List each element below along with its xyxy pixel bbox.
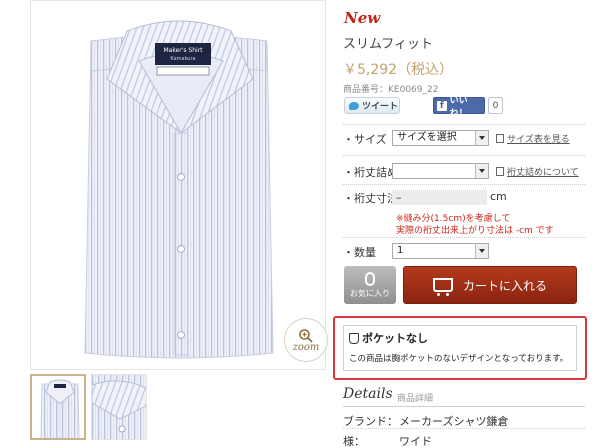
spec-row-style: 様： ワイド — [343, 433, 432, 448]
zoom-button[interactable]: zoom — [284, 318, 328, 362]
like-label: いいね！ — [449, 95, 468, 119]
brand-label: ブランド： — [343, 415, 398, 428]
divider — [343, 237, 585, 238]
thumbnail-front[interactable] — [30, 374, 86, 440]
quantity-label: ・数量 — [343, 246, 376, 259]
thumbnail-detail[interactable] — [91, 374, 147, 440]
favorite-label: お気に入り — [350, 288, 390, 298]
twitter-bird-icon — [349, 101, 359, 110]
divider — [343, 406, 585, 407]
pocket-description: この商品は胸ポケットのないデザインとなっております。 — [349, 354, 569, 364]
pocket-title-text: ポケットなし — [362, 332, 428, 345]
like-count: 0 — [488, 97, 503, 114]
sleeve-adjust-info-link[interactable]: 裄丈詰めについて — [496, 165, 579, 178]
pocket-icon — [349, 332, 359, 344]
pocket-title: ポケットなし — [349, 330, 428, 346]
product-price: ￥5,292（税込） — [343, 62, 454, 78]
sleeve-adjust-select[interactable] — [392, 163, 489, 179]
size-chart-link-label: サイズ表を見る — [507, 135, 570, 145]
pocket-info-panel: ポケットなし この商品は胸ポケットのないデザインとなっております。 — [343, 325, 577, 371]
thumbnail-front-image — [40, 379, 80, 438]
shirt-illustration: Maker's Shirt Kamakura — [84, 20, 274, 359]
cart-icon — [432, 278, 453, 296]
product-sku: 商品番号：KE0069_22 — [343, 85, 439, 95]
details-subtitle: 商品詳細 — [397, 394, 434, 404]
thumbnail-detail-image — [92, 375, 146, 439]
add-to-cart-button[interactable]: カートに入れる — [403, 266, 577, 304]
shirt-tag-line1: Maker's Shirt — [163, 47, 203, 54]
divider — [343, 155, 585, 156]
size-select-value: サイズを選択 — [397, 132, 457, 143]
sleeve-length-field: – — [392, 190, 487, 205]
shirt-tag-line2: Kamakura — [170, 56, 195, 62]
size-select[interactable]: サイズを選択 — [392, 130, 489, 146]
divider — [343, 124, 585, 125]
chevron-down-icon — [475, 244, 488, 258]
brand-value: メーカーズシャツ鎌倉 — [399, 415, 509, 428]
document-icon — [496, 134, 504, 143]
size-chart-link[interactable]: サイズ表を見る — [496, 132, 570, 145]
divider — [343, 184, 585, 185]
favorite-button[interactable]: お気に入り — [344, 266, 396, 304]
tweet-label: ツイート — [362, 102, 399, 112]
sleeve-note-line2: 実際の裄丈出来上がり寸法は -cm です — [396, 226, 554, 236]
chevron-down-icon — [475, 164, 488, 178]
style-value: ワイド — [399, 435, 432, 448]
sleeve-length-unit: cm — [490, 190, 507, 203]
add-to-cart-label: カートに入れる — [462, 278, 547, 293]
chevron-down-icon — [475, 131, 488, 145]
new-badge: New — [344, 9, 381, 27]
sleeve-adjust-info-label: 裄丈詰めについて — [507, 168, 579, 178]
product-name: スリムフィット — [343, 37, 433, 52]
document-icon — [496, 167, 504, 176]
quantity-value: 1 — [397, 245, 404, 256]
facebook-like-button[interactable]: f いいね！ — [433, 96, 485, 119]
facebook-icon: f — [437, 100, 447, 111]
pocket-info-box: ポケットなし この商品は胸ポケットのないデザインとなっております。 — [333, 316, 587, 380]
paperclip-icon — [365, 271, 375, 286]
style-label: 様： — [343, 435, 365, 448]
tweet-button[interactable]: ツイート — [344, 97, 400, 114]
divider — [343, 428, 585, 429]
quantity-select[interactable]: 1 — [392, 243, 489, 259]
spec-row-brand: ブランド： メーカーズシャツ鎌倉 — [343, 413, 508, 429]
main-product-image[interactable]: Maker's Shirt Kamakura — [30, 0, 326, 370]
zoom-label: zoom — [292, 341, 320, 353]
details-title: Details — [343, 386, 393, 402]
sleeve-adjust-label: ・裄丈詰め — [343, 166, 398, 179]
sleeve-length-label: ・裄丈寸法 — [343, 192, 398, 205]
size-label: ・サイズ — [343, 133, 387, 146]
